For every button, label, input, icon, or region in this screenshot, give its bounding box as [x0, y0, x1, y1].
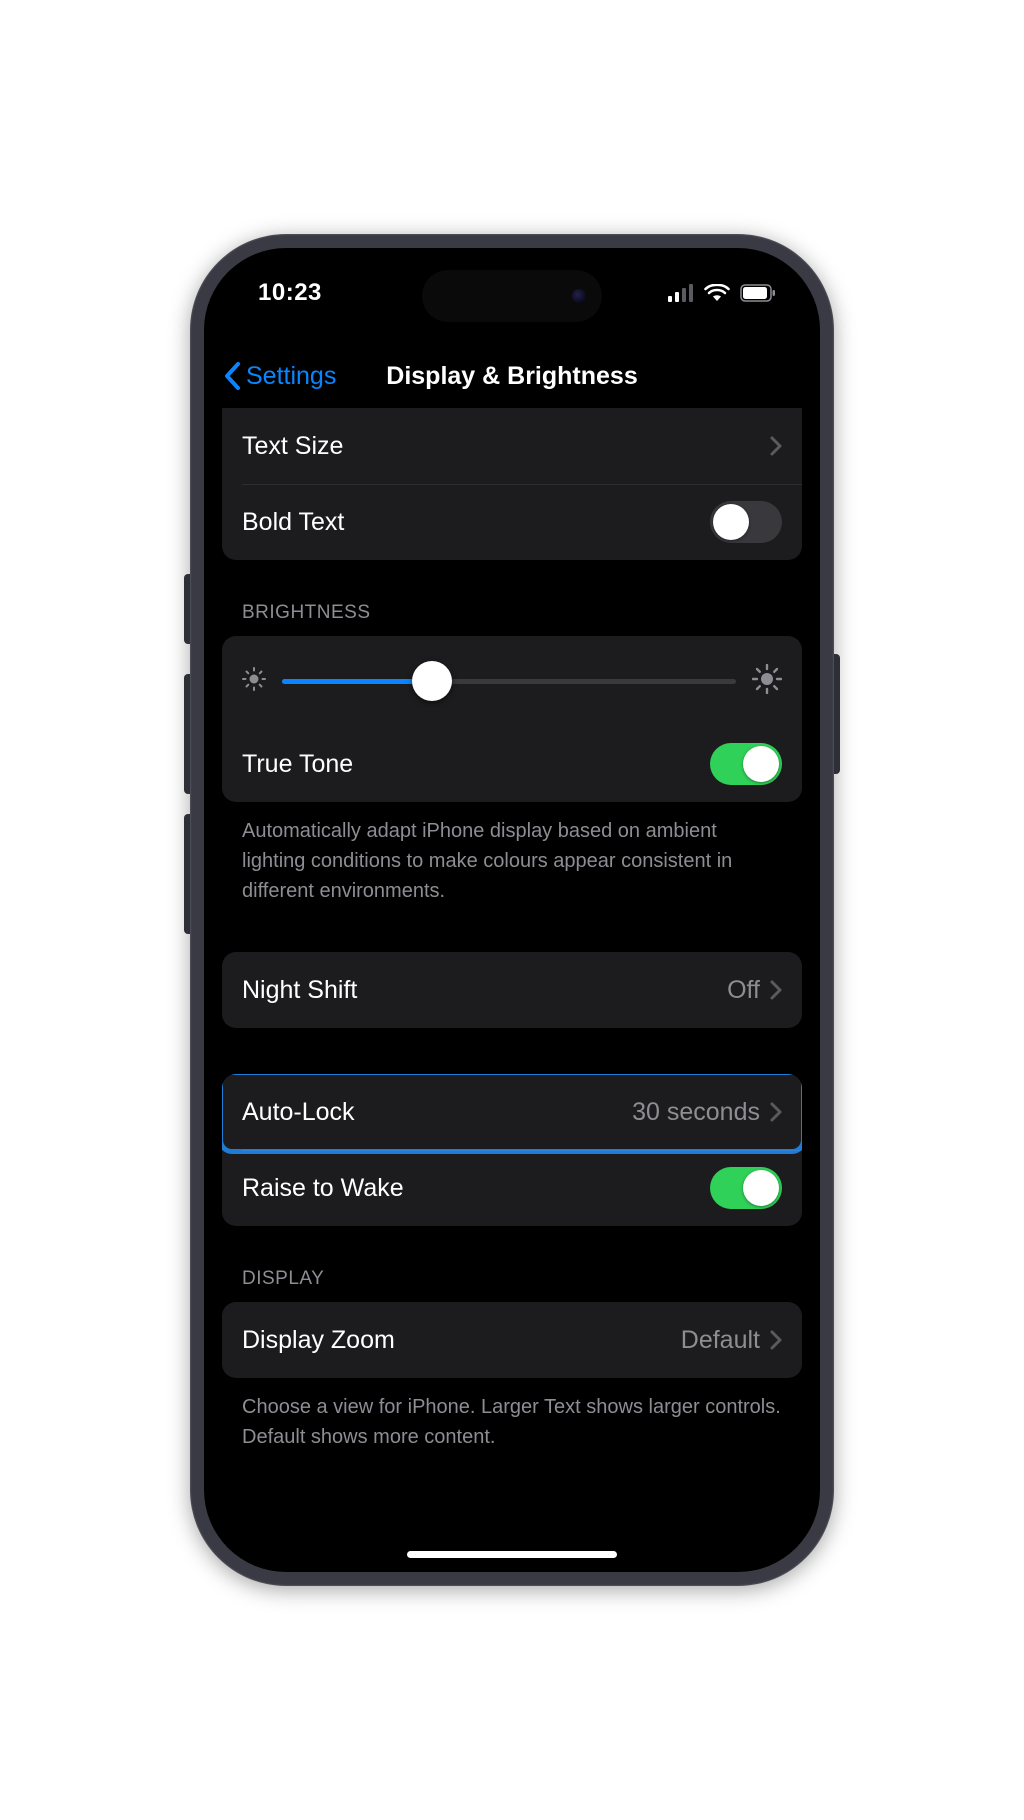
true-tone-label: True Tone	[242, 750, 710, 779]
status-icons	[668, 284, 776, 302]
page-title: Display & Brightness	[386, 362, 637, 391]
true-tone-toggle[interactable]	[710, 743, 782, 785]
dynamic-island	[422, 270, 602, 322]
bold-text-toggle[interactable]	[710, 501, 782, 543]
raise-to-wake-row: Raise to Wake	[222, 1150, 802, 1226]
chevron-right-icon	[770, 1330, 782, 1350]
chevron-right-icon	[770, 1102, 782, 1122]
display-header: DISPLAY	[222, 1226, 802, 1302]
status-time: 10:23	[258, 279, 322, 307]
home-indicator[interactable]	[407, 1551, 617, 1558]
wifi-icon	[704, 284, 730, 302]
phone-frame: 10:23	[190, 234, 834, 1586]
brightness-header: BRIGHTNESS	[222, 560, 802, 636]
settings-content[interactable]: Text Size Bold Text BRIGHTNESS	[204, 408, 820, 1572]
night-shift-value: Off	[727, 976, 760, 1005]
display-zoom-group: Display Zoom Default	[222, 1302, 802, 1378]
battery-icon	[740, 284, 776, 302]
back-label: Settings	[246, 362, 336, 391]
back-button[interactable]: Settings	[224, 362, 336, 391]
text-size-row[interactable]: Text Size	[222, 408, 802, 484]
night-shift-label: Night Shift	[242, 976, 727, 1005]
bold-text-row: Bold Text	[222, 484, 802, 560]
brightness-slider-row	[222, 636, 802, 726]
brightness-slider[interactable]	[282, 679, 736, 684]
text-size-label: Text Size	[242, 432, 770, 461]
brightness-group: True Tone	[222, 636, 802, 802]
auto-lock-label: Auto-Lock	[242, 1098, 632, 1127]
night-shift-group: Night Shift Off	[222, 952, 802, 1028]
display-zoom-row[interactable]: Display Zoom Default	[222, 1302, 802, 1378]
chevron-right-icon	[770, 980, 782, 1000]
sun-large-icon	[752, 664, 782, 699]
lock-group: Auto-Lock 30 seconds Raise to Wake	[222, 1074, 802, 1226]
display-zoom-label: Display Zoom	[242, 1326, 681, 1355]
text-appearance-group: Text Size Bold Text	[222, 408, 802, 560]
raise-to-wake-label: Raise to Wake	[242, 1174, 710, 1203]
sun-small-icon	[242, 667, 266, 696]
display-footer: Choose a view for iPhone. Larger Text sh…	[222, 1378, 802, 1452]
auto-lock-value: 30 seconds	[632, 1098, 760, 1127]
chevron-left-icon	[224, 362, 242, 390]
chevron-right-icon	[770, 436, 782, 456]
bold-text-label: Bold Text	[242, 508, 710, 537]
brightness-footer: Automatically adapt iPhone display based…	[222, 802, 802, 906]
cellular-icon	[668, 284, 694, 302]
front-camera-icon	[572, 289, 586, 303]
night-shift-row[interactable]: Night Shift Off	[222, 952, 802, 1028]
raise-to-wake-toggle[interactable]	[710, 1167, 782, 1209]
true-tone-row: True Tone	[222, 726, 802, 802]
nav-bar: Settings Display & Brightness	[204, 344, 820, 408]
screen: 10:23	[204, 248, 820, 1572]
auto-lock-row[interactable]: Auto-Lock 30 seconds	[222, 1074, 802, 1150]
display-zoom-value: Default	[681, 1326, 760, 1355]
